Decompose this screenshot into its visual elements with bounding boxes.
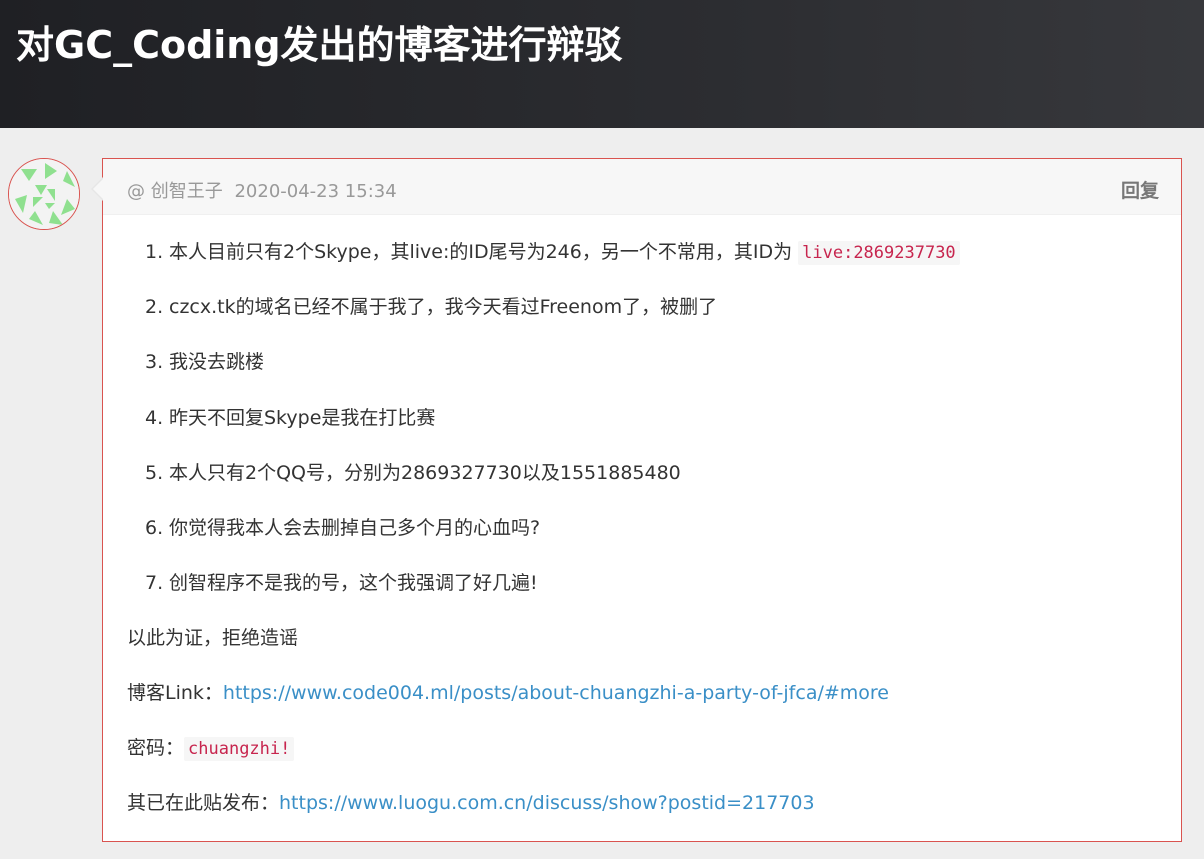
card-pointer — [93, 179, 103, 199]
discuss-link[interactable]: https://www.luogu.com.cn/discuss/show?po… — [279, 792, 815, 814]
list-item: 3. 我没去跳楼 — [127, 347, 1157, 402]
list-item-number: 1. — [145, 241, 164, 263]
list-item-text: 本人只有2个QQ号，分别为2869327730以及1551885480 — [169, 461, 681, 484]
list-item: 2. czcx.tk的域名已经不属于我了，我今天看过Freenom了，被删了 — [127, 292, 1157, 347]
comment-date: 2020-04-23 15:34 — [234, 181, 397, 202]
list-item-text: 创智程序不是我的号，这个我强调了好几遍! — [169, 572, 538, 595]
list-item-text: 昨天不回复Skype是我在打比赛 — [169, 406, 436, 429]
posted-link-label: 其已在此贴发布： — [127, 792, 280, 815]
list-item: 7. 创智程序不是我的号，这个我强调了好几遍! — [127, 568, 1157, 623]
list-item-text: 我没去跳楼 — [169, 351, 265, 374]
list-item-number: 3. — [145, 351, 164, 374]
at-symbol: @ — [127, 181, 145, 202]
list-item: 5. 本人只有2个QQ号，分别为2869327730以及1551885480 — [127, 458, 1157, 513]
list-item-text: czcx.tk的域名已经不属于我了，我今天看过Freenom了，被删了 — [169, 296, 718, 319]
skype-id-code: live:2869237730 — [798, 241, 960, 265]
comment-card: @ 创智王子 2020-04-23 15:34 回复 1. 本人目前只有2个Sky… — [91, 158, 1182, 843]
page-title: 对GC_Coding发出的博客进行辩驳 — [16, 23, 623, 67]
posted-link-line: 其已在此贴发布：https://www.luogu.com.cn/discuss… — [127, 788, 1157, 843]
identicon-avatar-icon — [9, 159, 79, 229]
blog-link-label: 博客Link： — [127, 682, 223, 705]
list-item-text: 你觉得我本人会去删掉自己多个月的心血吗? — [169, 516, 541, 539]
blog-link-line: 博客Link：https://www.code004.ml/posts/abou… — [127, 678, 1157, 733]
comment-header: @ 创智王子 2020-04-23 15:34 回复 — [103, 159, 1181, 215]
author-link[interactable]: 创智王子 — [151, 181, 223, 202]
list-item-number: 6. — [145, 516, 164, 539]
password-label: 密码： — [127, 737, 185, 760]
claims-list: 1. 本人目前只有2个Skype，其live:的ID尾号为246，另一个不常用，其… — [127, 237, 1157, 623]
password-code: chuangzhi! — [184, 737, 295, 762]
comment-meta: @ 创智王子 2020-04-23 15:34 — [127, 177, 397, 203]
user-avatar[interactable] — [8, 158, 80, 230]
list-item: 1. 本人目前只有2个Skype，其live:的ID尾号为246，另一个不常用，其… — [127, 237, 1157, 292]
list-item: 6. 你觉得我本人会去删掉自己多个月的心血吗? — [127, 513, 1157, 568]
list-item: 4. 昨天不回复Skype是我在打比赛 — [127, 403, 1157, 458]
comment-body: 1. 本人目前只有2个Skype，其live:的ID尾号为246，另一个不常用，其… — [103, 237, 1181, 843]
list-item-number: 2. — [145, 296, 164, 319]
list-item-number: 4. — [145, 406, 164, 429]
blog-link[interactable]: https://www.code004.ml/posts/about-chuan… — [223, 682, 889, 704]
list-item-number: 5. — [145, 461, 164, 484]
list-item-number: 7. — [145, 572, 164, 595]
reply-button[interactable]: 回复 — [1121, 176, 1159, 203]
page-header: 对GC_Coding发出的博客进行辩驳 — [0, 0, 1204, 128]
password-line: 密码： chuangzhi! — [127, 733, 1157, 788]
list-item-text: 本人目前只有2个Skype，其live:的ID尾号为246，另一个不常用，其ID… — [169, 241, 799, 263]
statement-text: 以此为证，拒绝造谣 — [127, 627, 299, 650]
